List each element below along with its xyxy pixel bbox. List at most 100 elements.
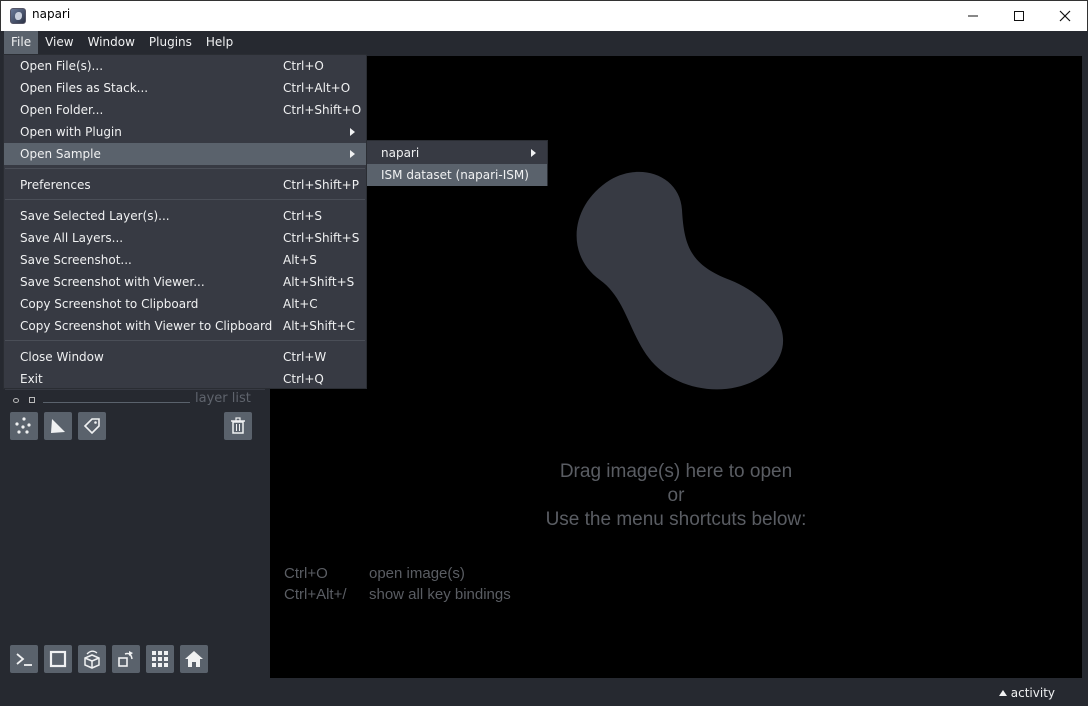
menu-item-save-all-layers[interactable]: Save All Layers... Ctrl+Shift+S (4, 227, 366, 249)
trash-icon (231, 417, 245, 434)
menu-item-label: Save Selected Layer(s)... (20, 209, 170, 223)
submenu-arrow-icon (350, 150, 355, 158)
menu-file[interactable]: File (4, 31, 39, 54)
menu-item-label: Save Screenshot... (20, 253, 132, 267)
open-sample-submenu: napari ISM dataset (napari-ISM) (366, 140, 548, 186)
console-button[interactable] (10, 645, 38, 673)
ndisplay-toggle-button[interactable] (44, 645, 72, 673)
menu-item-save-screenshot-with-viewer[interactable]: Save Screenshot with Viewer... Alt+Shift… (4, 271, 366, 293)
menu-separator (5, 199, 365, 200)
menu-item-shortcut: Alt+Shift+S (283, 275, 355, 289)
welcome-or-text: or (667, 485, 685, 506)
menu-item-label: Open Sample (20, 147, 101, 161)
close-icon (1059, 10, 1071, 22)
menu-item-label: Open with Plugin (20, 125, 122, 139)
menu-item-label: Exit (20, 372, 43, 386)
menu-item-label: Save All Layers... (20, 231, 124, 245)
transpose-icon (118, 651, 133, 667)
home-icon (185, 651, 203, 667)
menu-item-shortcut: Ctrl+Alt+O (283, 81, 351, 95)
shortcut-description: open image(s) (369, 565, 465, 582)
shapes-icon (51, 419, 65, 433)
menu-item-preferences[interactable]: Preferences Ctrl+Shift+P (4, 174, 366, 196)
maximize-button[interactable] (996, 1, 1042, 31)
submenu-item-ism-dataset[interactable]: ISM dataset (napari-ISM) (367, 164, 547, 186)
status-bar: activity (0, 678, 1088, 706)
points-icon (15, 417, 31, 434)
console-icon (16, 653, 32, 666)
activity-label: activity (1010, 686, 1055, 700)
float-panel-icon[interactable] (29, 397, 35, 403)
menu-item-shortcut: Ctrl+Q (283, 372, 324, 386)
menu-item-shortcut: Alt+Shift+C (283, 319, 356, 333)
window-title: napari (32, 7, 71, 21)
roll-dims-button[interactable] (78, 645, 106, 673)
new-points-layer-button[interactable] (10, 412, 38, 440)
menu-item-close-window[interactable]: Close Window Ctrl+W (4, 346, 366, 368)
napari-logo-icon (10, 8, 26, 24)
shortcut-key: Ctrl+Alt+/ (284, 586, 347, 603)
menu-item-label: Copy Screenshot with Viewer to Clipboard (20, 319, 273, 333)
layer-list-header: layer list (5, 391, 265, 410)
activity-button[interactable]: activity (998, 686, 1055, 700)
grid-view-button[interactable] (146, 645, 174, 673)
layer-list-label: layer list (195, 391, 251, 406)
grid-icon (152, 651, 168, 667)
tag-icon (83, 418, 100, 435)
menu-window[interactable]: Window (81, 31, 142, 54)
shortcut-description: show all key bindings (369, 586, 511, 603)
menu-item-shortcut: Ctrl+Shift+P (283, 178, 359, 192)
new-labels-layer-button[interactable] (78, 412, 106, 440)
welcome-shortcuts-text: Use the menu shortcuts below: (545, 509, 807, 530)
title-bar: napari (0, 0, 1088, 31)
minimize-icon (968, 15, 978, 17)
menu-item-label: Open File(s)... (20, 59, 104, 73)
menu-separator (5, 340, 365, 341)
menu-item-open-folder[interactable]: Open Folder... Ctrl+Shift+O (4, 99, 366, 121)
menu-item-exit[interactable]: Exit Ctrl+Q (4, 368, 366, 390)
new-shapes-layer-button[interactable] (44, 412, 72, 440)
transpose-dims-button[interactable] (112, 645, 140, 673)
menu-item-shortcut: Ctrl+Shift+O (283, 103, 362, 117)
menu-item-shortcut: Ctrl+O (283, 59, 324, 73)
menu-item-shortcut: Alt+S (283, 253, 317, 267)
menu-item-label: ISM dataset (napari-ISM) (381, 168, 529, 182)
menu-separator (5, 168, 365, 169)
square-icon (49, 650, 67, 668)
menu-item-open-files-as-stack[interactable]: Open Files as Stack... Ctrl+Alt+O (4, 77, 366, 99)
menu-item-open-sample[interactable]: Open Sample (4, 143, 366, 165)
menu-bar: File View Window Plugins Help (0, 31, 1088, 54)
submenu-arrow-icon (350, 128, 355, 136)
napari-welcome-logo-icon (576, 171, 784, 390)
menu-item-save-selected-layers[interactable]: Save Selected Layer(s)... Ctrl+S (4, 205, 366, 227)
menu-item-open-with-plugin[interactable]: Open with Plugin (4, 121, 366, 143)
menu-item-label: napari (381, 146, 420, 160)
menu-item-shortcut: Alt+C (283, 297, 318, 311)
triangle-up-icon (998, 690, 1007, 696)
reset-view-button[interactable] (180, 645, 208, 673)
header-divider (43, 402, 190, 403)
maximize-icon (1014, 11, 1024, 21)
menu-item-label: Preferences (20, 178, 91, 192)
menu-item-copy-screenshot[interactable]: Copy Screenshot to Clipboard Alt+C (4, 293, 366, 315)
menu-help[interactable]: Help (199, 31, 240, 54)
menu-item-open-files[interactable]: Open File(s)... Ctrl+O (4, 55, 366, 77)
menu-item-shortcut: Ctrl+W (283, 350, 327, 364)
shortcut-key: Ctrl+O (284, 565, 328, 582)
minimize-button[interactable] (950, 1, 996, 31)
menu-plugins[interactable]: Plugins (142, 31, 199, 54)
cube-rotate-icon (84, 650, 100, 669)
close-window-button[interactable] (1042, 1, 1088, 31)
menu-item-label: Close Window (20, 350, 104, 364)
delete-layer-button[interactable] (224, 412, 252, 440)
menu-item-label: Open Files as Stack... (20, 81, 149, 95)
menu-item-save-screenshot[interactable]: Save Screenshot... Alt+S (4, 249, 366, 271)
submenu-item-napari[interactable]: napari (367, 142, 547, 164)
file-menu-dropdown: Open File(s)... Ctrl+O Open Files as Sta… (3, 54, 367, 389)
menu-view[interactable]: View (38, 31, 80, 54)
menu-item-copy-screenshot-with-viewer[interactable]: Copy Screenshot with Viewer to Clipboard… (4, 315, 366, 337)
menu-item-shortcut: Ctrl+Shift+S (283, 231, 360, 245)
visibility-toggle-icon[interactable] (13, 398, 19, 403)
menu-item-label: Open Folder... (20, 103, 104, 117)
menu-item-label: Save Screenshot with Viewer... (20, 275, 205, 289)
